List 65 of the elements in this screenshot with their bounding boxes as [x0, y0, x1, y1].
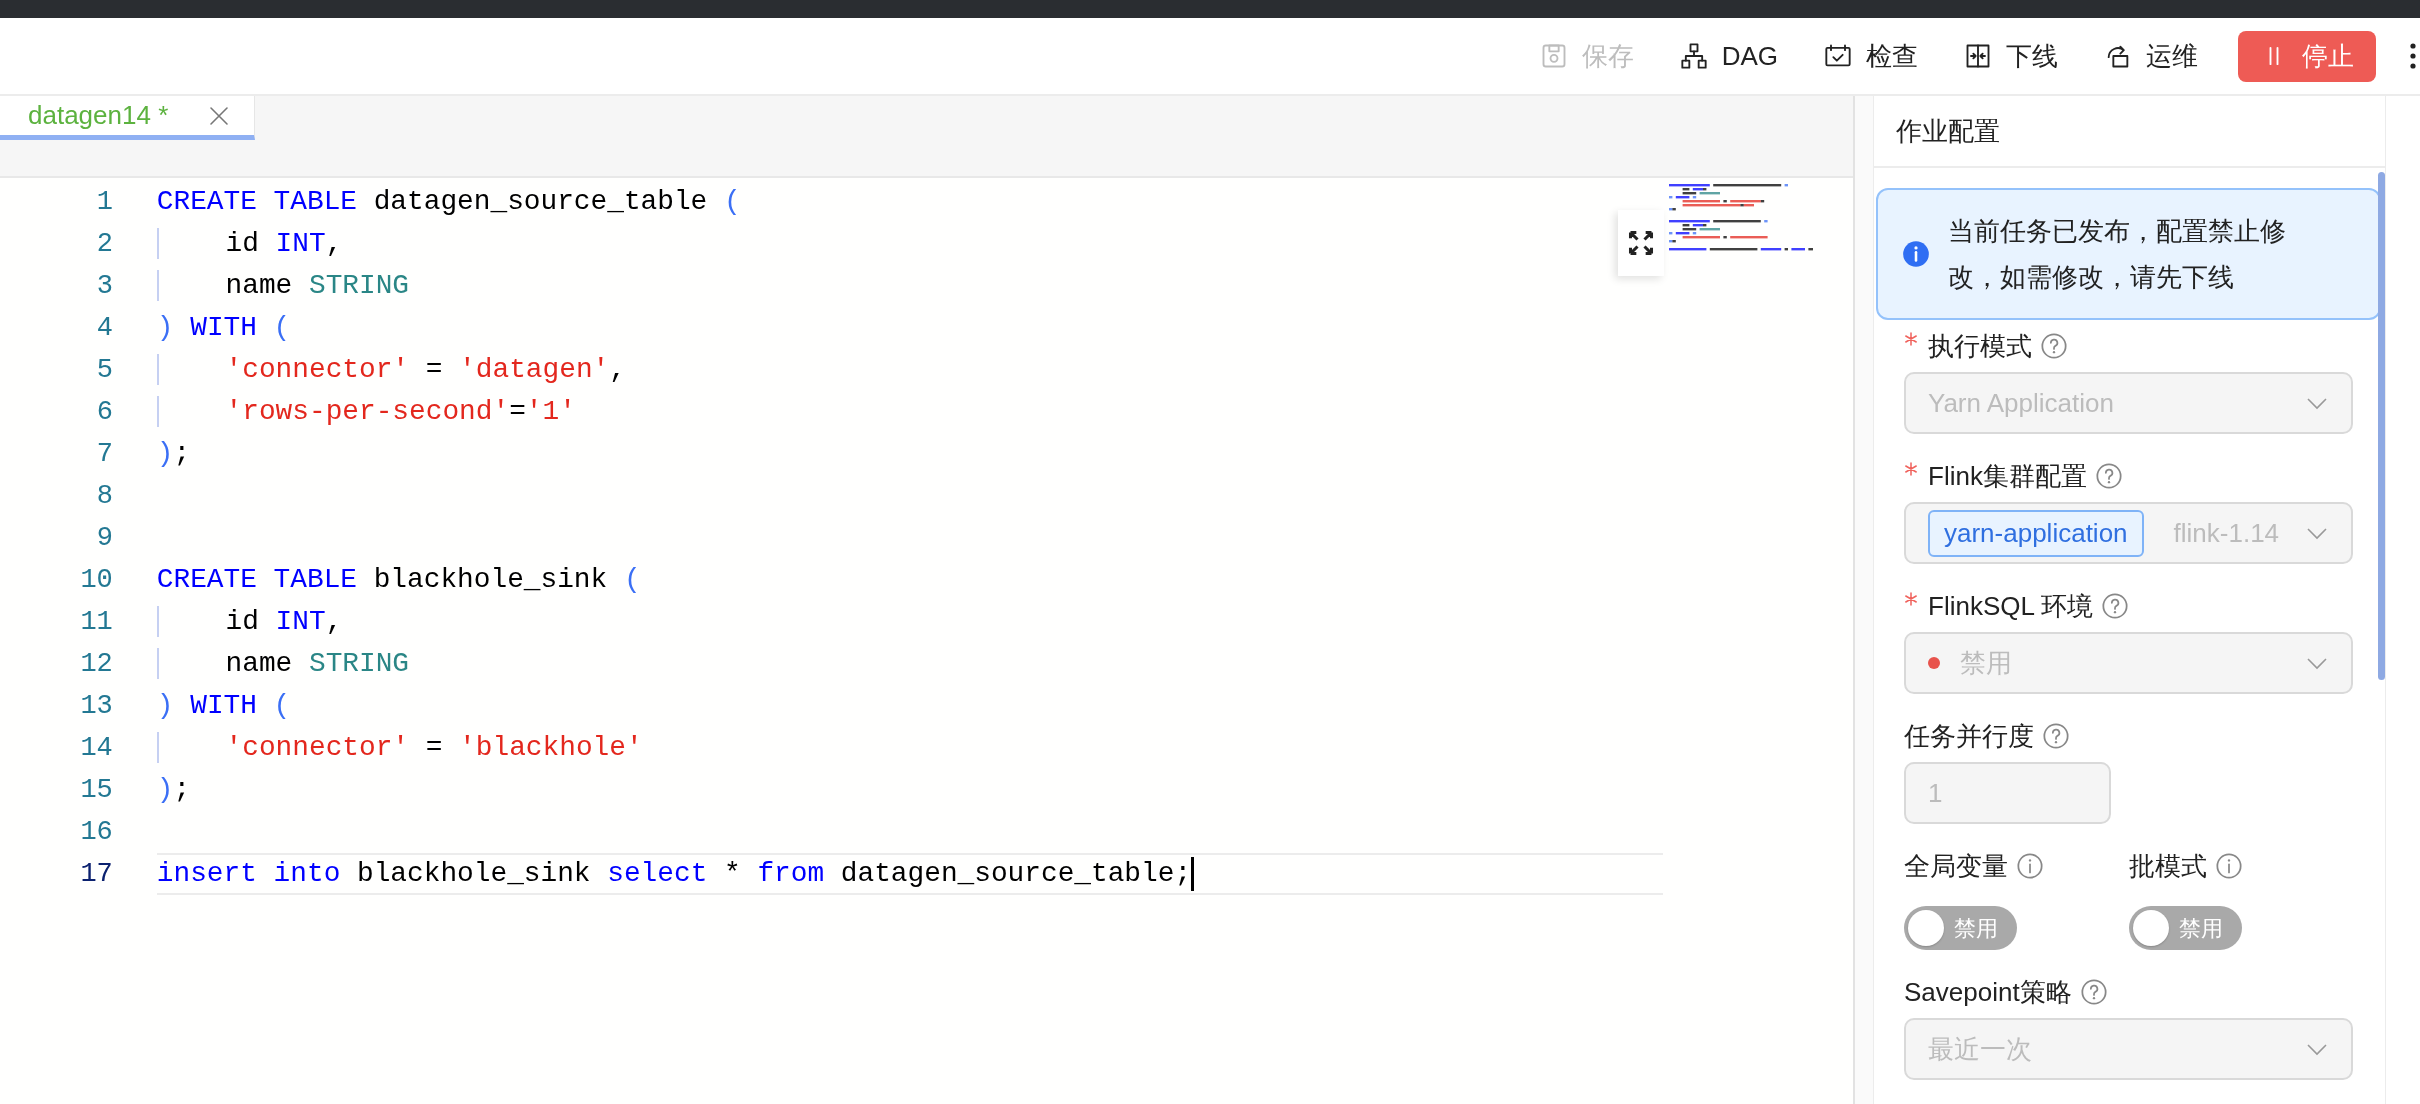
line-number: 14	[79, 732, 114, 765]
line-number: 3	[95, 270, 114, 303]
help-icon[interactable]	[2079, 978, 2108, 1006]
line-number: 13	[79, 690, 114, 723]
line-number: 6	[95, 396, 114, 429]
code-line: CREATE TABLE datagen_source_table (	[156, 185, 741, 219]
line-number: 17	[79, 858, 114, 891]
alert-text: 当前任务已发布，配置禁止修改，如需修改，请先下线	[1948, 215, 2287, 294]
line-number: 5	[95, 354, 114, 387]
editor-tab[interactable]: datagen14 *	[0, 96, 255, 140]
close-icon[interactable]	[208, 104, 231, 127]
panel-title: 作业配置	[1874, 96, 2385, 168]
line-number: 15	[79, 774, 114, 807]
help-icon[interactable]	[2094, 462, 2123, 490]
toolbar-button[interactable]: 下线	[1952, 32, 2070, 80]
code-line: id INT,	[156, 223, 343, 265]
toolbar-button[interactable]: DAG	[1667, 32, 1790, 80]
toggle-switch[interactable]: 禁用	[2128, 906, 2242, 950]
scrollbar[interactable]	[2378, 172, 2385, 680]
line-number: 9	[95, 522, 114, 555]
code-line: 'rows-per-second'='1'	[156, 391, 576, 433]
code-line: 'connector' = 'blackhole'	[156, 727, 643, 769]
toolbar-button[interactable]: 检查	[1812, 32, 1930, 80]
line-number: 2	[95, 228, 114, 261]
info-icon[interactable]	[2214, 852, 2243, 880]
field-label: FlinkSQL 环境	[1928, 589, 2094, 623]
field-label: Flink集群配置	[1928, 459, 2087, 493]
toolbar-button[interactable]: 运维	[2092, 32, 2210, 80]
info-icon	[1902, 240, 1930, 268]
line-number: 4	[95, 312, 114, 345]
toggle-switch[interactable]: 禁用	[1904, 906, 2017, 950]
line-number: 12	[79, 648, 114, 681]
hierarchy-icon	[1679, 42, 1708, 70]
field-label: 任务并行度	[1904, 719, 2034, 753]
code-line: ) WITH (	[156, 689, 291, 723]
code-line: );	[156, 437, 191, 471]
more-icon[interactable]	[2408, 41, 2418, 71]
code-line: id INT,	[156, 601, 343, 643]
field-label: 执行模式	[1928, 329, 2032, 363]
code-line: CREATE TABLE blackhole_sink (	[156, 563, 641, 597]
code-line: 'connector' = 'datagen',	[156, 349, 626, 391]
split-arrows-icon	[1964, 42, 1992, 70]
help-icon[interactable]	[2101, 592, 2130, 620]
code-line: name STRING	[156, 265, 410, 307]
field-label: 全局变量	[1904, 849, 2008, 883]
code-line: insert into blackhole_sink select * from datagen_source_table;	[156, 853, 1663, 895]
stop-button[interactable]: 停止	[2238, 30, 2376, 82]
line-number: 1	[95, 186, 114, 219]
code-line: ) WITH (	[156, 311, 291, 345]
line-number: 7	[95, 438, 114, 471]
text-cursor	[1191, 856, 1195, 891]
help-icon[interactable]	[2042, 722, 2070, 750]
cluster-tag: yarn-application	[1928, 509, 2144, 557]
expand-button[interactable]	[1618, 210, 1664, 276]
line-number: 10	[79, 564, 114, 597]
field-label: 批模式	[2128, 849, 2207, 883]
line-number: 8	[95, 480, 114, 513]
line-number: 11	[79, 606, 114, 639]
expand-icon	[1627, 229, 1655, 257]
code-line: );	[156, 773, 191, 807]
info-icon[interactable]	[2016, 852, 2044, 880]
code-line: name STRING	[156, 643, 410, 685]
field-label: Savepoint策略	[1904, 975, 2072, 1009]
help-icon[interactable]	[2040, 332, 2068, 360]
line-number: 16	[79, 816, 114, 849]
